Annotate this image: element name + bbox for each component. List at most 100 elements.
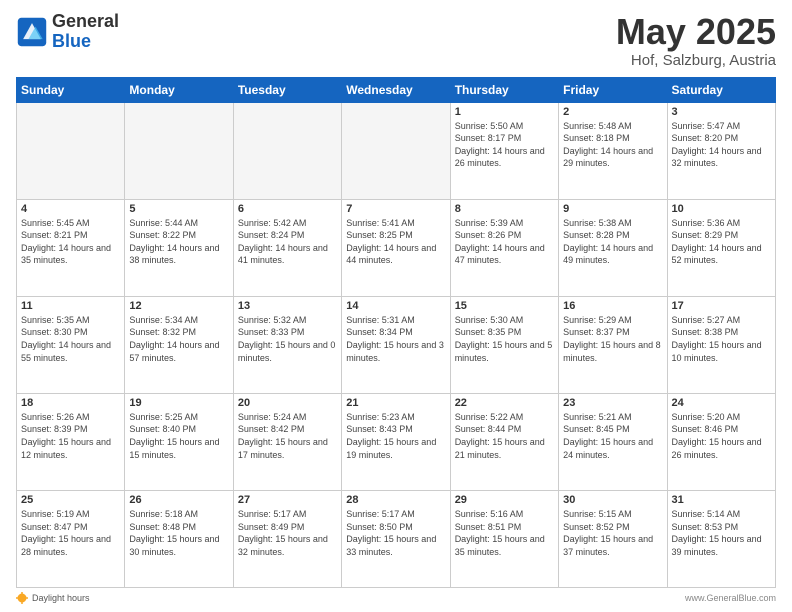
day-info: Sunrise: 5:41 AMSunset: 8:25 PMDaylight:… bbox=[346, 217, 445, 267]
day-info: Sunrise: 5:39 AMSunset: 8:26 PMDaylight:… bbox=[455, 217, 554, 267]
day-number: 6 bbox=[238, 203, 337, 215]
day-cell: 16 Sunrise: 5:29 AMSunset: 8:37 PMDayligh… bbox=[559, 296, 667, 393]
day-number: 17 bbox=[672, 300, 771, 312]
day-info: Sunrise: 5:23 AMSunset: 8:43 PMDaylight:… bbox=[346, 411, 445, 461]
weekday-tuesday: Tuesday bbox=[233, 77, 341, 102]
daylight-label: Daylight hours bbox=[32, 593, 90, 603]
day-cell: 9 Sunrise: 5:38 AMSunset: 8:28 PMDaylight… bbox=[559, 199, 667, 296]
day-number: 14 bbox=[346, 300, 445, 312]
week-row-3: 11Sunrise: 5:35 AMSunset: 8:30 PMDayligh… bbox=[17, 296, 776, 393]
day-cell: 31 Sunrise: 5:14 AMSunset: 8:53 PMDayligh… bbox=[667, 490, 775, 587]
weekday-wednesday: Wednesday bbox=[342, 77, 450, 102]
calendar-table: SundayMondayTuesdayWednesdayThursdayFrid… bbox=[16, 77, 776, 588]
weekday-saturday: Saturday bbox=[667, 77, 775, 102]
day-number: 30 bbox=[563, 494, 662, 506]
day-info: Sunrise: 5:35 AMSunset: 8:30 PMDaylight:… bbox=[21, 314, 120, 364]
day-info: Sunrise: 5:17 AMSunset: 8:50 PMDaylight:… bbox=[346, 508, 445, 558]
day-info: Sunrise: 5:27 AMSunset: 8:38 PMDaylight:… bbox=[672, 314, 771, 364]
weekday-header-row: SundayMondayTuesdayWednesdayThursdayFrid… bbox=[17, 77, 776, 102]
day-info: Sunrise: 5:21 AMSunset: 8:45 PMDaylight:… bbox=[563, 411, 662, 461]
day-number: 10 bbox=[672, 203, 771, 215]
logo-icon bbox=[16, 16, 48, 48]
day-cell bbox=[125, 102, 233, 199]
day-cell: 2Sunrise: 5:48 AMSunset: 8:18 PMDaylight… bbox=[559, 102, 667, 199]
day-number: 4 bbox=[21, 203, 120, 215]
day-cell bbox=[342, 102, 450, 199]
day-number: 19 bbox=[129, 397, 228, 409]
footer: Daylight hours www.GeneralBlue.com bbox=[16, 588, 776, 604]
day-number: 1 bbox=[455, 106, 554, 118]
page-header: General Blue May 2025 Hof, Salzburg, Aus… bbox=[16, 12, 776, 69]
day-cell: 10 Sunrise: 5:36 AMSunset: 8:29 PMDayligh… bbox=[667, 199, 775, 296]
daylight-legend: Daylight hours bbox=[16, 592, 90, 604]
week-row-4: 18 Sunrise: 5:26 AMSunset: 8:39 PMDayligh… bbox=[17, 393, 776, 490]
day-cell: 4Sunrise: 5:45 AMSunset: 8:21 PMDaylight… bbox=[17, 199, 125, 296]
sun-icon bbox=[16, 592, 28, 604]
logo-general-text: General bbox=[52, 12, 119, 32]
day-number: 26 bbox=[129, 494, 228, 506]
day-cell: 27Sunrise: 5:17 AMSunset: 8:49 PMDayligh… bbox=[233, 490, 341, 587]
day-cell: 30 Sunrise: 5:15 AMSunset: 8:52 PMDayligh… bbox=[559, 490, 667, 587]
day-number: 22 bbox=[455, 397, 554, 409]
calendar-location: Hof, Salzburg, Austria bbox=[616, 52, 776, 69]
day-cell: 20Sunrise: 5:24 AMSunset: 8:42 PMDayligh… bbox=[233, 393, 341, 490]
day-cell: 22 Sunrise: 5:22 AMSunset: 8:44 PMDayligh… bbox=[450, 393, 558, 490]
day-info: Sunrise: 5:30 AMSunset: 8:35 PMDaylight:… bbox=[455, 314, 554, 364]
day-number: 31 bbox=[672, 494, 771, 506]
footer-url: www.GeneralBlue.com bbox=[685, 593, 776, 603]
day-cell: 25Sunrise: 5:19 AMSunset: 8:47 PMDayligh… bbox=[17, 490, 125, 587]
day-cell: 8Sunrise: 5:39 AMSunset: 8:26 PMDaylight… bbox=[450, 199, 558, 296]
day-info: Sunrise: 5:15 AMSunset: 8:52 PMDaylight:… bbox=[563, 508, 662, 558]
day-cell: 7 Sunrise: 5:41 AMSunset: 8:25 PMDaylight… bbox=[342, 199, 450, 296]
day-info: Sunrise: 5:18 AMSunset: 8:48 PMDaylight:… bbox=[129, 508, 228, 558]
day-info: Sunrise: 5:22 AMSunset: 8:44 PMDaylight:… bbox=[455, 411, 554, 461]
logo: General Blue bbox=[16, 12, 119, 52]
week-row-2: 4Sunrise: 5:45 AMSunset: 8:21 PMDaylight… bbox=[17, 199, 776, 296]
day-number: 9 bbox=[563, 203, 662, 215]
day-cell: 24Sunrise: 5:20 AMSunset: 8:46 PMDayligh… bbox=[667, 393, 775, 490]
day-number: 18 bbox=[21, 397, 120, 409]
day-number: 21 bbox=[346, 397, 445, 409]
day-number: 23 bbox=[563, 397, 662, 409]
day-cell bbox=[233, 102, 341, 199]
day-cell: 21 Sunrise: 5:23 AMSunset: 8:43 PMDayligh… bbox=[342, 393, 450, 490]
calendar-title: May 2025 bbox=[616, 12, 776, 52]
day-number: 7 bbox=[346, 203, 445, 215]
weekday-thursday: Thursday bbox=[450, 77, 558, 102]
day-cell: 26 Sunrise: 5:18 AMSunset: 8:48 PMDayligh… bbox=[125, 490, 233, 587]
day-info: Sunrise: 5:47 AMSunset: 8:20 PMDaylight:… bbox=[672, 120, 771, 170]
day-cell: 29Sunrise: 5:16 AMSunset: 8:51 PMDayligh… bbox=[450, 490, 558, 587]
day-cell: 15Sunrise: 5:30 AMSunset: 8:35 PMDayligh… bbox=[450, 296, 558, 393]
day-info: Sunrise: 5:14 AMSunset: 8:53 PMDaylight:… bbox=[672, 508, 771, 558]
day-cell: 11Sunrise: 5:35 AMSunset: 8:30 PMDayligh… bbox=[17, 296, 125, 393]
day-info: Sunrise: 5:26 AMSunset: 8:39 PMDaylight:… bbox=[21, 411, 120, 461]
day-number: 20 bbox=[238, 397, 337, 409]
day-info: Sunrise: 5:44 AMSunset: 8:22 PMDaylight:… bbox=[129, 217, 228, 267]
day-info: Sunrise: 5:38 AMSunset: 8:28 PMDaylight:… bbox=[563, 217, 662, 267]
day-info: Sunrise: 5:36 AMSunset: 8:29 PMDaylight:… bbox=[672, 217, 771, 267]
day-cell: 18 Sunrise: 5:26 AMSunset: 8:39 PMDayligh… bbox=[17, 393, 125, 490]
day-cell: 1Sunrise: 5:50 AMSunset: 8:17 PMDaylight… bbox=[450, 102, 558, 199]
title-block: May 2025 Hof, Salzburg, Austria bbox=[616, 12, 776, 69]
week-row-1: 1Sunrise: 5:50 AMSunset: 8:17 PMDaylight… bbox=[17, 102, 776, 199]
day-cell: 17 Sunrise: 5:27 AMSunset: 8:38 PMDayligh… bbox=[667, 296, 775, 393]
day-number: 24 bbox=[672, 397, 771, 409]
weekday-friday: Friday bbox=[559, 77, 667, 102]
day-number: 5 bbox=[129, 203, 228, 215]
day-info: Sunrise: 5:25 AMSunset: 8:40 PMDaylight:… bbox=[129, 411, 228, 461]
day-cell: 23 Sunrise: 5:21 AMSunset: 8:45 PMDayligh… bbox=[559, 393, 667, 490]
day-info: Sunrise: 5:29 AMSunset: 8:37 PMDaylight:… bbox=[563, 314, 662, 364]
day-cell: 3Sunrise: 5:47 AMSunset: 8:20 PMDaylight… bbox=[667, 102, 775, 199]
weekday-monday: Monday bbox=[125, 77, 233, 102]
day-cell: 13Sunrise: 5:32 AMSunset: 8:33 PMDayligh… bbox=[233, 296, 341, 393]
day-number: 2 bbox=[563, 106, 662, 118]
day-cell bbox=[17, 102, 125, 199]
day-cell: 14Sunrise: 5:31 AMSunset: 8:34 PMDayligh… bbox=[342, 296, 450, 393]
day-number: 16 bbox=[563, 300, 662, 312]
day-number: 13 bbox=[238, 300, 337, 312]
day-number: 29 bbox=[455, 494, 554, 506]
day-info: Sunrise: 5:34 AMSunset: 8:32 PMDaylight:… bbox=[129, 314, 228, 364]
day-cell: 5 Sunrise: 5:44 AMSunset: 8:22 PMDaylight… bbox=[125, 199, 233, 296]
day-info: Sunrise: 5:17 AMSunset: 8:49 PMDaylight:… bbox=[238, 508, 337, 558]
day-info: Sunrise: 5:19 AMSunset: 8:47 PMDaylight:… bbox=[21, 508, 120, 558]
